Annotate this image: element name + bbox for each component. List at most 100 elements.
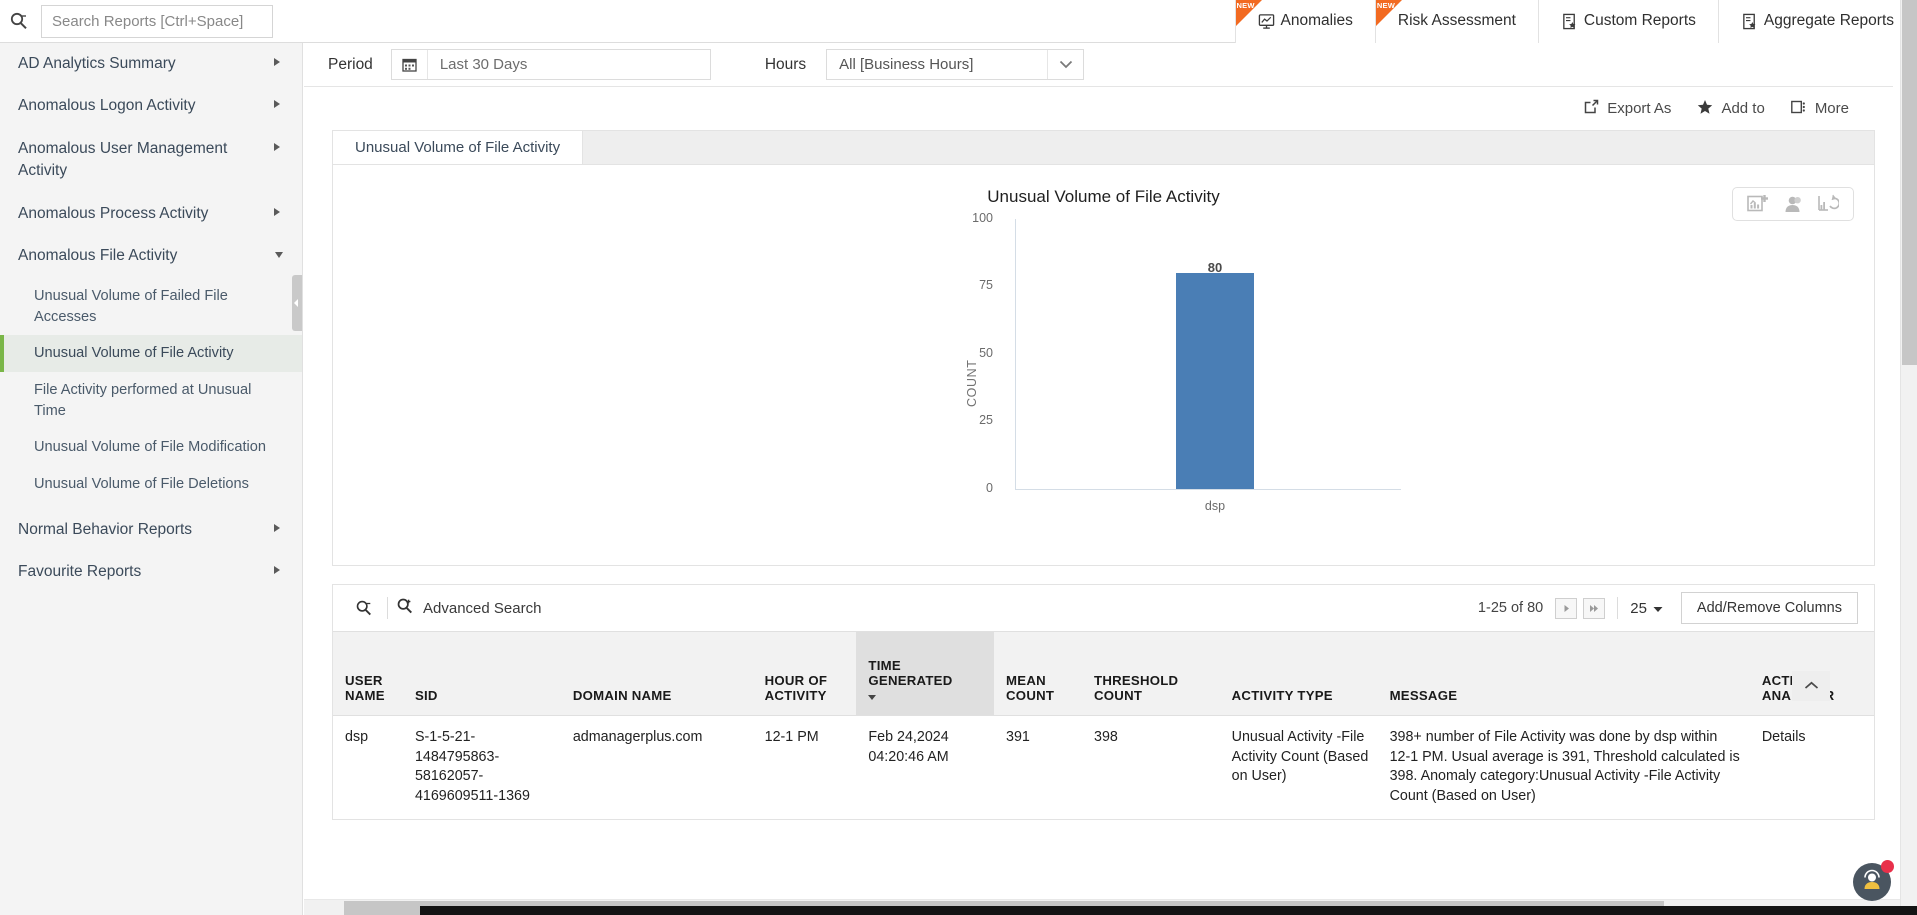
sort-descending-icon bbox=[868, 695, 877, 700]
cell-hour-of-activity: 12-1 PM bbox=[764, 729, 819, 745]
sidebar-subitem-unusual-volume-of-file-deletions[interactable]: Unusual Volume of File Deletions bbox=[0, 466, 302, 503]
support-chat-button[interactable] bbox=[1853, 860, 1894, 901]
report-action-bar: Export As Add to More bbox=[304, 87, 1893, 130]
chart-container: Unusual Volume of File Activity COUNT 10… bbox=[333, 165, 1874, 565]
chart-x-axis-line bbox=[1015, 489, 1401, 490]
tab-unusual-volume-of-file-activity[interactable]: Unusual Volume of File Activity bbox=[333, 131, 584, 164]
sidebar-subitem-label: Unusual Volume of Failed File Accesses bbox=[34, 287, 228, 325]
sidebar-item-favourite-reports[interactable]: Favourite Reports bbox=[0, 551, 302, 593]
sidebar-item-anomalous-file-activity[interactable]: Anomalous File Activity bbox=[0, 235, 302, 277]
cell-threshold-count: 398 bbox=[1094, 729, 1118, 745]
tab-risk-assessment[interactable]: NEW Risk Assessment bbox=[1374, 0, 1538, 43]
toolbar-divider bbox=[387, 597, 388, 619]
hours-select[interactable]: All [Business Hours] bbox=[826, 49, 1085, 80]
column-header-activity-type[interactable]: ACTIVITY TYPE bbox=[1219, 631, 1378, 716]
column-header-label: TIME GENERATED bbox=[868, 658, 953, 688]
hours-label: Hours bbox=[764, 55, 807, 73]
column-header-domain-name[interactable]: DOMAIN NAME bbox=[560, 631, 753, 716]
chart-y-axis-line bbox=[1015, 219, 1016, 489]
column-header-mean-count[interactable]: MEAN COUNT bbox=[994, 631, 1083, 716]
scroll-to-top-button[interactable] bbox=[1792, 671, 1830, 701]
next-page-icon[interactable] bbox=[1555, 597, 1578, 619]
tab-label: Risk Assessment bbox=[1397, 12, 1516, 29]
chevron-right-icon bbox=[274, 100, 280, 109]
more-icon bbox=[1790, 100, 1807, 118]
action-label: Export As bbox=[1607, 100, 1672, 117]
x-axis-tick-label: dsp bbox=[1204, 499, 1226, 513]
sidebar-subitem-unusual-volume-of-failed-file-accesses[interactable]: Unusual Volume of Failed File Accesses bbox=[0, 278, 302, 335]
y-tick: 0 bbox=[986, 481, 993, 495]
sidebar-item-label: Favourite Reports bbox=[18, 563, 142, 581]
sidebar-item-normal-behavior-reports[interactable]: Normal Behavior Reports bbox=[0, 509, 302, 551]
results-table-card: Advanced Search 1-25 of 80 25 Add/Remove… bbox=[332, 584, 1875, 820]
sidebar-subitem-label: Unusual Volume of File Activity bbox=[34, 345, 234, 362]
page-size-select[interactable]: 25 bbox=[1630, 600, 1663, 617]
chevron-right-icon bbox=[274, 523, 280, 532]
support-chat-icon bbox=[1860, 868, 1884, 897]
cell-time-generated: Feb 24,2024 04:20:46 AM bbox=[868, 729, 949, 765]
chart-title: Unusual Volume of File Activity bbox=[987, 187, 1220, 206]
details-link[interactable]: Details bbox=[1750, 716, 1874, 819]
column-header-user-name[interactable]: USER NAME bbox=[333, 631, 403, 716]
add-remove-columns-button[interactable]: Add/Remove Columns bbox=[1680, 592, 1858, 624]
results-table: USER NAME SID DOMAIN NAME HOUR OF ACTIVI… bbox=[333, 631, 1874, 819]
search-icon[interactable] bbox=[349, 593, 379, 623]
sidebar-subitem-unusual-volume-of-file-modification[interactable]: Unusual Volume of File Modification bbox=[0, 429, 302, 466]
table-row[interactable]: dsp S-1-5-21-1484795863-58162057-4169609… bbox=[333, 716, 1874, 819]
tab-label: Custom Reports bbox=[1583, 12, 1696, 29]
cell-activity-type: Unusual Activity -File Activity Count (B… bbox=[1231, 729, 1369, 785]
sidebar-item-label: Anomalous User Management Activity bbox=[18, 139, 228, 180]
sidebar-subitem-label: Unusual Volume of File Deletions bbox=[34, 476, 249, 493]
new-ribbon-icon bbox=[1235, 0, 1262, 26]
table-pagination: 1-25 of 80 25 Add/Remove Columns bbox=[1478, 592, 1858, 624]
chevron-right-icon bbox=[274, 207, 280, 216]
column-header-message[interactable]: MESSAGE bbox=[1377, 631, 1750, 716]
sidebar-subitem-unusual-volume-of-file-activity[interactable]: Unusual Volume of File Activity bbox=[0, 335, 302, 372]
bar-dsp[interactable] bbox=[1176, 273, 1254, 489]
advanced-search-button[interactable]: Advanced Search bbox=[396, 597, 541, 619]
sidebar-subitem-label: Unusual Volume of File Modification bbox=[34, 439, 266, 456]
add-remove-columns-label: Add/Remove Columns bbox=[1696, 600, 1842, 616]
report-star-icon bbox=[1741, 13, 1758, 30]
tab-anomalies[interactable]: NEW Anomalies bbox=[1234, 0, 1375, 43]
export-icon bbox=[1584, 99, 1599, 118]
column-header-sid[interactable]: SID bbox=[402, 631, 561, 716]
vertical-scrollbar-thumb[interactable] bbox=[1902, 0, 1917, 365]
last-page-icon[interactable] bbox=[1583, 597, 1606, 619]
sidebar-subitem-file-activity-performed-at-unusual-time[interactable]: File Activity performed at Unusual Time bbox=[0, 372, 302, 429]
sidebar-item-anomalous-user-management-activity[interactable]: Anomalous User Management Activity bbox=[0, 128, 302, 193]
sidebar: AD Analytics Summary Anomalous Logon Act… bbox=[0, 43, 303, 915]
sidebar-item-anomalous-process-activity[interactable]: Anomalous Process Activity bbox=[0, 193, 302, 235]
filter-bar: Period Last 30 Days Hours All [Business … bbox=[304, 43, 1893, 87]
period-value: Last 30 Days bbox=[439, 56, 528, 73]
more-button[interactable]: More bbox=[1790, 100, 1849, 118]
sidebar-item-ad-analytics-summary[interactable]: AD Analytics Summary bbox=[0, 43, 302, 85]
tab-aggregate-reports[interactable]: Aggregate Reports bbox=[1717, 0, 1917, 43]
sidebar-subitem-label: File Activity performed at Unusual Time bbox=[34, 381, 252, 419]
report-tabstrip: Unusual Volume of File Activity bbox=[333, 131, 1874, 165]
table-toolbar: Advanced Search 1-25 of 80 25 Add/Remove… bbox=[333, 585, 1874, 631]
column-header-hour-of-activity[interactable]: HOUR OF ACTIVITY bbox=[752, 631, 857, 716]
column-header-threshold-count[interactable]: THRESHOLD COUNT bbox=[1082, 631, 1220, 716]
tab-label: Aggregate Reports bbox=[1763, 12, 1894, 29]
main-content: Period Last 30 Days Hours All [Business … bbox=[304, 43, 1893, 915]
global-search-group bbox=[0, 4, 273, 38]
report-star-icon bbox=[1561, 13, 1578, 30]
tab-custom-reports[interactable]: Custom Reports bbox=[1537, 0, 1718, 43]
export-as-button[interactable]: Export As bbox=[1584, 99, 1671, 118]
table-header-row: USER NAME SID DOMAIN NAME HOUR OF ACTIVI… bbox=[333, 631, 1874, 716]
search-input[interactable] bbox=[41, 4, 273, 38]
vertical-scrollbar[interactable] bbox=[1900, 0, 1917, 915]
sidebar-item-anomalous-logon-activity[interactable]: Anomalous Logon Activity bbox=[0, 85, 302, 127]
y-tick: 100 bbox=[972, 211, 993, 225]
page-range-label: 1-25 of 80 bbox=[1477, 600, 1544, 616]
sidebar-collapse-handle[interactable] bbox=[292, 275, 302, 331]
chevron-down-icon bbox=[275, 252, 283, 259]
period-picker[interactable]: Last 30 Days bbox=[390, 49, 711, 80]
top-nav-tabs: NEW Anomalies NEW Risk Assessment Custom… bbox=[1234, 0, 1917, 43]
add-to-button[interactable]: Add to bbox=[1697, 99, 1765, 119]
column-header-time-generated[interactable]: TIME GENERATED bbox=[856, 631, 995, 716]
chevron-right-icon bbox=[274, 58, 280, 66]
top-bar: NEW Anomalies NEW Risk Assessment bbox=[0, 0, 1917, 43]
advanced-search-icon bbox=[396, 597, 414, 619]
